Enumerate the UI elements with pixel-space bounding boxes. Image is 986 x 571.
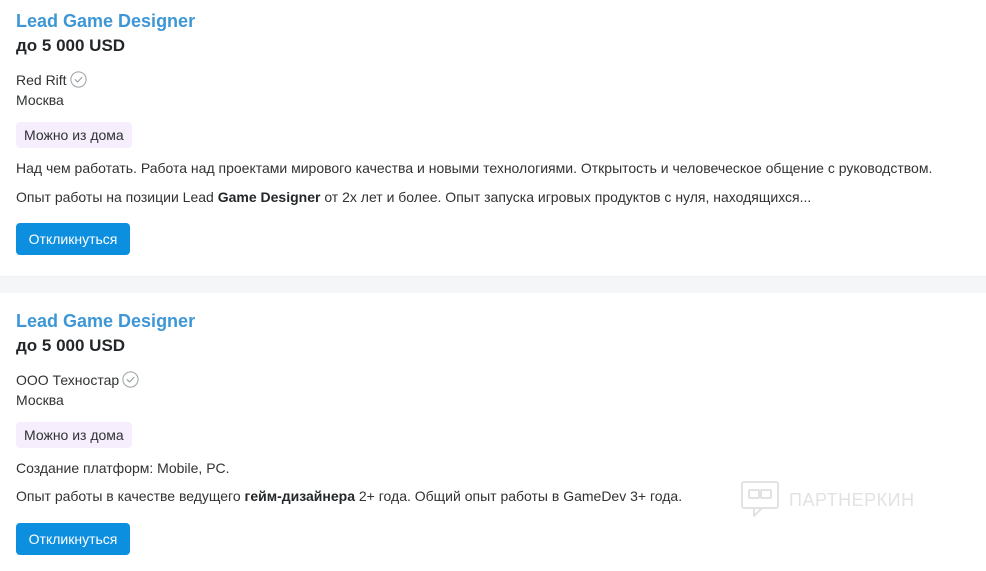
vacancy-salary: до 5 000 USD bbox=[16, 36, 126, 55]
vacancy-description-line: Над чем работать. Работа над проектами м… bbox=[16, 160, 933, 176]
requirements-highlight: гейм-дизайнера bbox=[244, 488, 355, 504]
vacancy-card: Lead Game Designer до 5 000 USD Red Rift… bbox=[0, 0, 986, 276]
company-row: ООО Техностар bbox=[16, 371, 139, 388]
verified-check-icon bbox=[69, 71, 87, 88]
requirements-highlight: Game Designer bbox=[217, 189, 321, 205]
company-name-link[interactable]: ООО Техностар bbox=[16, 372, 119, 388]
vacancy-city: Москва bbox=[16, 392, 64, 408]
apply-button[interactable]: Откликнуться bbox=[16, 223, 130, 255]
verified-check-icon bbox=[122, 371, 139, 388]
remote-work-badge: Можно из дома bbox=[16, 122, 132, 148]
vacancy-salary: до 5 000 USD bbox=[16, 336, 126, 355]
company-row: Red Rift bbox=[16, 71, 87, 88]
requirements-text: Опыт работы в качестве ведущего bbox=[16, 488, 245, 504]
requirements-text: от 2х лет и более. Опыт запуска игровых … bbox=[320, 189, 812, 205]
vacancy-title-link[interactable]: Lead Game Designer bbox=[16, 311, 195, 332]
vacancy-description-line: Создание платформ: Mobile, PC. bbox=[16, 460, 230, 476]
vacancy-city: Москва bbox=[16, 92, 64, 108]
vacancy-requirements-line: Опыт работы на позиции Lead Game Designe… bbox=[16, 189, 811, 205]
requirements-text: Опыт работы на позиции Lead bbox=[16, 189, 218, 205]
watermark-text: ПАРТНЕРКИН bbox=[789, 490, 915, 510]
vacancy-title-link[interactable]: Lead Game Designer bbox=[16, 11, 195, 32]
card-separator bbox=[0, 276, 986, 294]
apply-button[interactable]: Откликнуться bbox=[16, 523, 130, 555]
requirements-text: 2+ года. Общий опыт работы в GameDev 3+ … bbox=[355, 488, 683, 504]
vacancy-card: Lead Game Designer до 5 000 USD ООО Техн… bbox=[0, 293, 986, 571]
remote-work-badge: Можно из дома bbox=[16, 422, 132, 448]
watermark: ПАРТНЕРКИН bbox=[740, 478, 915, 523]
vacancy-requirements-line: Опыт работы в качестве ведущего гейм-диз… bbox=[16, 488, 682, 504]
company-name-link[interactable]: Red Rift bbox=[16, 72, 67, 88]
partnerkin-logo-icon bbox=[740, 478, 780, 523]
